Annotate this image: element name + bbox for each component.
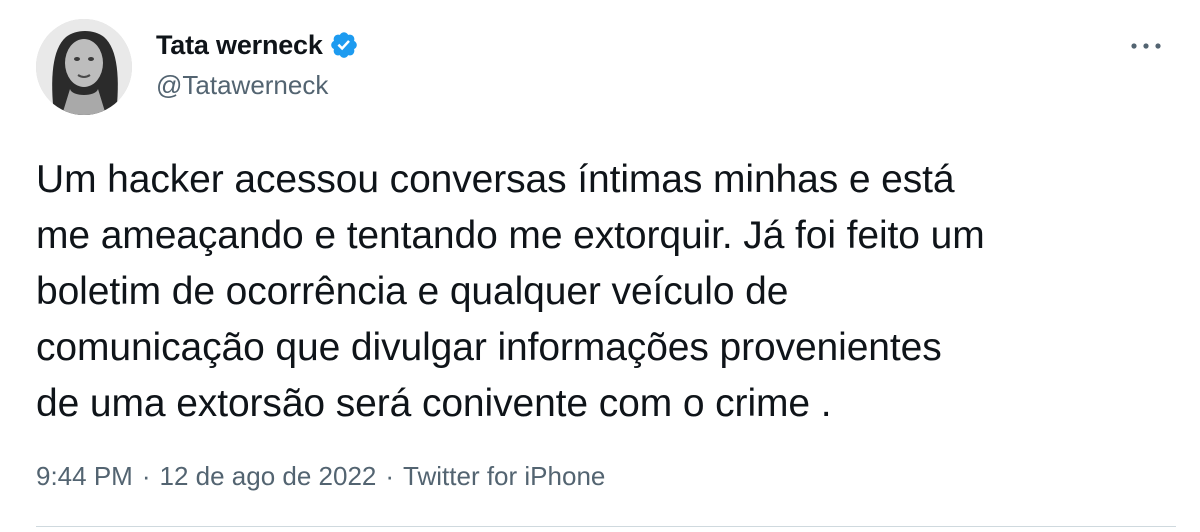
more-horizontal-icon	[1131, 43, 1161, 49]
meta-separator: ·	[385, 461, 395, 491]
avatar-photo-icon	[36, 19, 132, 115]
author-handle[interactable]: @Tatawerneck	[156, 67, 328, 103]
tweet-date[interactable]: 12 de ago de 2022	[160, 458, 377, 494]
display-name[interactable]: Tata werneck	[156, 27, 323, 63]
display-name-row: Tata werneck	[156, 27, 359, 63]
tweet-source[interactable]: Twitter for iPhone	[403, 458, 605, 494]
verified-badge-icon	[329, 30, 359, 60]
tweet-card: Tata werneck @Tatawerneck Um hacker aces…	[0, 0, 1200, 532]
more-options-button[interactable]	[1124, 28, 1168, 64]
divider	[36, 526, 1176, 527]
tweet-metadata: 9:44 PM · 12 de ago de 2022 · Twitter fo…	[36, 458, 605, 494]
tweet-time[interactable]: 9:44 PM	[36, 458, 133, 494]
meta-separator: ·	[141, 461, 151, 491]
author-avatar[interactable]	[36, 19, 132, 115]
tweet-text: Um hacker acessou conversas íntimas minh…	[36, 158, 985, 425]
